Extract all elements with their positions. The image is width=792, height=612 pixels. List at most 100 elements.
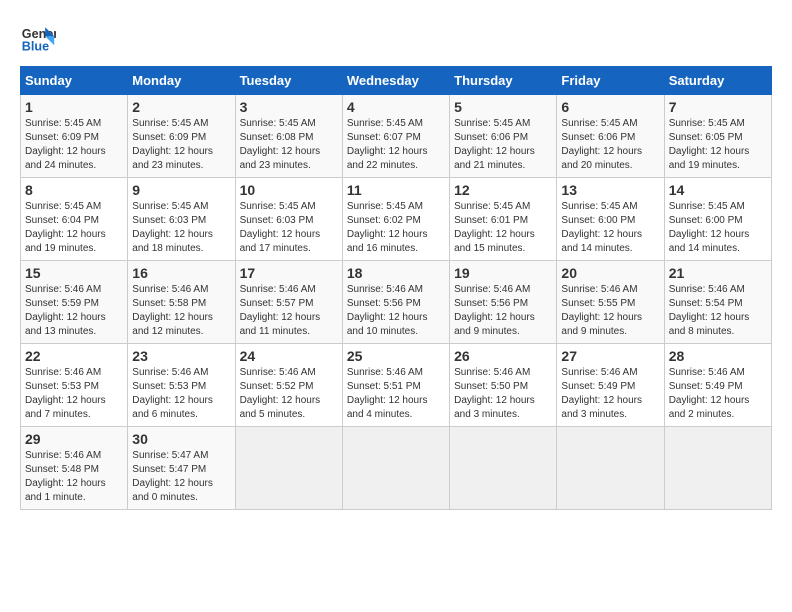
day-number: 10 bbox=[240, 182, 338, 198]
table-row: 18 Sunrise: 5:46 AMSunset: 5:56 PMDaylig… bbox=[342, 261, 449, 344]
calendar-week-row: 1 Sunrise: 5:45 AMSunset: 6:09 PMDayligh… bbox=[21, 95, 772, 178]
day-info: Sunrise: 5:46 AMSunset: 5:56 PMDaylight:… bbox=[454, 284, 535, 337]
day-info: Sunrise: 5:46 AMSunset: 5:50 PMDaylight:… bbox=[454, 367, 535, 420]
table-row: 10 Sunrise: 5:45 AMSunset: 6:03 PMDaylig… bbox=[235, 178, 342, 261]
day-info: Sunrise: 5:46 AMSunset: 5:58 PMDaylight:… bbox=[132, 284, 213, 337]
day-number: 9 bbox=[132, 182, 230, 198]
table-row bbox=[557, 427, 664, 510]
day-number: 20 bbox=[561, 265, 659, 281]
day-info: Sunrise: 5:46 AMSunset: 5:54 PMDaylight:… bbox=[669, 284, 750, 337]
table-row: 11 Sunrise: 5:45 AMSunset: 6:02 PMDaylig… bbox=[342, 178, 449, 261]
day-info: Sunrise: 5:46 AMSunset: 5:57 PMDaylight:… bbox=[240, 284, 321, 337]
day-info: Sunrise: 5:45 AMSunset: 6:09 PMDaylight:… bbox=[25, 118, 106, 171]
col-wednesday: Wednesday bbox=[342, 67, 449, 95]
day-info: Sunrise: 5:46 AMSunset: 5:49 PMDaylight:… bbox=[561, 367, 642, 420]
table-row: 14 Sunrise: 5:45 AMSunset: 6:00 PMDaylig… bbox=[664, 178, 771, 261]
day-info: Sunrise: 5:46 AMSunset: 5:49 PMDaylight:… bbox=[669, 367, 750, 420]
table-row: 20 Sunrise: 5:46 AMSunset: 5:55 PMDaylig… bbox=[557, 261, 664, 344]
col-saturday: Saturday bbox=[664, 67, 771, 95]
table-row: 3 Sunrise: 5:45 AMSunset: 6:08 PMDayligh… bbox=[235, 95, 342, 178]
table-row: 25 Sunrise: 5:46 AMSunset: 5:51 PMDaylig… bbox=[342, 344, 449, 427]
day-info: Sunrise: 5:45 AMSunset: 6:03 PMDaylight:… bbox=[240, 201, 321, 254]
day-number: 17 bbox=[240, 265, 338, 281]
col-tuesday: Tuesday bbox=[235, 67, 342, 95]
day-info: Sunrise: 5:46 AMSunset: 5:55 PMDaylight:… bbox=[561, 284, 642, 337]
table-row: 29 Sunrise: 5:46 AMSunset: 5:48 PMDaylig… bbox=[21, 427, 128, 510]
table-row: 2 Sunrise: 5:45 AMSunset: 6:09 PMDayligh… bbox=[128, 95, 235, 178]
day-number: 8 bbox=[25, 182, 123, 198]
day-info: Sunrise: 5:46 AMSunset: 5:51 PMDaylight:… bbox=[347, 367, 428, 420]
day-info: Sunrise: 5:47 AMSunset: 5:47 PMDaylight:… bbox=[132, 450, 213, 503]
day-number: 11 bbox=[347, 182, 445, 198]
calendar-week-row: 22 Sunrise: 5:46 AMSunset: 5:53 PMDaylig… bbox=[21, 344, 772, 427]
day-info: Sunrise: 5:46 AMSunset: 5:53 PMDaylight:… bbox=[132, 367, 213, 420]
day-number: 23 bbox=[132, 348, 230, 364]
day-info: Sunrise: 5:45 AMSunset: 6:01 PMDaylight:… bbox=[454, 201, 535, 254]
day-number: 24 bbox=[240, 348, 338, 364]
calendar-week-row: 15 Sunrise: 5:46 AMSunset: 5:59 PMDaylig… bbox=[21, 261, 772, 344]
logo: General Blue bbox=[20, 20, 60, 56]
day-number: 29 bbox=[25, 431, 123, 447]
table-row: 23 Sunrise: 5:46 AMSunset: 5:53 PMDaylig… bbox=[128, 344, 235, 427]
table-row: 26 Sunrise: 5:46 AMSunset: 5:50 PMDaylig… bbox=[450, 344, 557, 427]
day-info: Sunrise: 5:45 AMSunset: 6:06 PMDaylight:… bbox=[561, 118, 642, 171]
table-row: 22 Sunrise: 5:46 AMSunset: 5:53 PMDaylig… bbox=[21, 344, 128, 427]
svg-text:Blue: Blue bbox=[22, 40, 49, 54]
table-row: 27 Sunrise: 5:46 AMSunset: 5:49 PMDaylig… bbox=[557, 344, 664, 427]
day-number: 30 bbox=[132, 431, 230, 447]
day-number: 27 bbox=[561, 348, 659, 364]
table-row: 15 Sunrise: 5:46 AMSunset: 5:59 PMDaylig… bbox=[21, 261, 128, 344]
day-number: 16 bbox=[132, 265, 230, 281]
calendar-week-row: 29 Sunrise: 5:46 AMSunset: 5:48 PMDaylig… bbox=[21, 427, 772, 510]
day-info: Sunrise: 5:46 AMSunset: 5:48 PMDaylight:… bbox=[25, 450, 106, 503]
day-number: 18 bbox=[347, 265, 445, 281]
day-info: Sunrise: 5:45 AMSunset: 6:06 PMDaylight:… bbox=[454, 118, 535, 171]
table-row: 12 Sunrise: 5:45 AMSunset: 6:01 PMDaylig… bbox=[450, 178, 557, 261]
day-info: Sunrise: 5:45 AMSunset: 6:05 PMDaylight:… bbox=[669, 118, 750, 171]
col-sunday: Sunday bbox=[21, 67, 128, 95]
table-row bbox=[342, 427, 449, 510]
table-row: 5 Sunrise: 5:45 AMSunset: 6:06 PMDayligh… bbox=[450, 95, 557, 178]
day-info: Sunrise: 5:46 AMSunset: 5:56 PMDaylight:… bbox=[347, 284, 428, 337]
table-row: 28 Sunrise: 5:46 AMSunset: 5:49 PMDaylig… bbox=[664, 344, 771, 427]
page-header: General Blue bbox=[20, 20, 772, 56]
col-friday: Friday bbox=[557, 67, 664, 95]
table-row bbox=[664, 427, 771, 510]
table-row bbox=[235, 427, 342, 510]
table-row: 17 Sunrise: 5:46 AMSunset: 5:57 PMDaylig… bbox=[235, 261, 342, 344]
calendar-week-row: 8 Sunrise: 5:45 AMSunset: 6:04 PMDayligh… bbox=[21, 178, 772, 261]
day-number: 2 bbox=[132, 99, 230, 115]
day-number: 5 bbox=[454, 99, 552, 115]
table-row: 16 Sunrise: 5:46 AMSunset: 5:58 PMDaylig… bbox=[128, 261, 235, 344]
table-row: 7 Sunrise: 5:45 AMSunset: 6:05 PMDayligh… bbox=[664, 95, 771, 178]
day-info: Sunrise: 5:45 AMSunset: 6:08 PMDaylight:… bbox=[240, 118, 321, 171]
col-monday: Monday bbox=[128, 67, 235, 95]
table-row: 1 Sunrise: 5:45 AMSunset: 6:09 PMDayligh… bbox=[21, 95, 128, 178]
day-number: 28 bbox=[669, 348, 767, 364]
day-info: Sunrise: 5:46 AMSunset: 5:59 PMDaylight:… bbox=[25, 284, 106, 337]
table-row: 9 Sunrise: 5:45 AMSunset: 6:03 PMDayligh… bbox=[128, 178, 235, 261]
table-row: 30 Sunrise: 5:47 AMSunset: 5:47 PMDaylig… bbox=[128, 427, 235, 510]
day-info: Sunrise: 5:46 AMSunset: 5:53 PMDaylight:… bbox=[25, 367, 106, 420]
day-number: 19 bbox=[454, 265, 552, 281]
calendar-table: Sunday Monday Tuesday Wednesday Thursday… bbox=[20, 66, 772, 510]
day-number: 25 bbox=[347, 348, 445, 364]
day-info: Sunrise: 5:45 AMSunset: 6:00 PMDaylight:… bbox=[669, 201, 750, 254]
day-number: 1 bbox=[25, 99, 123, 115]
day-number: 22 bbox=[25, 348, 123, 364]
col-thursday: Thursday bbox=[450, 67, 557, 95]
day-number: 13 bbox=[561, 182, 659, 198]
day-number: 26 bbox=[454, 348, 552, 364]
day-number: 3 bbox=[240, 99, 338, 115]
day-info: Sunrise: 5:45 AMSunset: 6:07 PMDaylight:… bbox=[347, 118, 428, 171]
day-number: 14 bbox=[669, 182, 767, 198]
day-info: Sunrise: 5:45 AMSunset: 6:00 PMDaylight:… bbox=[561, 201, 642, 254]
table-row: 6 Sunrise: 5:45 AMSunset: 6:06 PMDayligh… bbox=[557, 95, 664, 178]
calendar-header-row: Sunday Monday Tuesday Wednesday Thursday… bbox=[21, 67, 772, 95]
table-row: 4 Sunrise: 5:45 AMSunset: 6:07 PMDayligh… bbox=[342, 95, 449, 178]
day-number: 7 bbox=[669, 99, 767, 115]
day-info: Sunrise: 5:45 AMSunset: 6:04 PMDaylight:… bbox=[25, 201, 106, 254]
day-number: 15 bbox=[25, 265, 123, 281]
day-number: 6 bbox=[561, 99, 659, 115]
table-row: 13 Sunrise: 5:45 AMSunset: 6:00 PMDaylig… bbox=[557, 178, 664, 261]
